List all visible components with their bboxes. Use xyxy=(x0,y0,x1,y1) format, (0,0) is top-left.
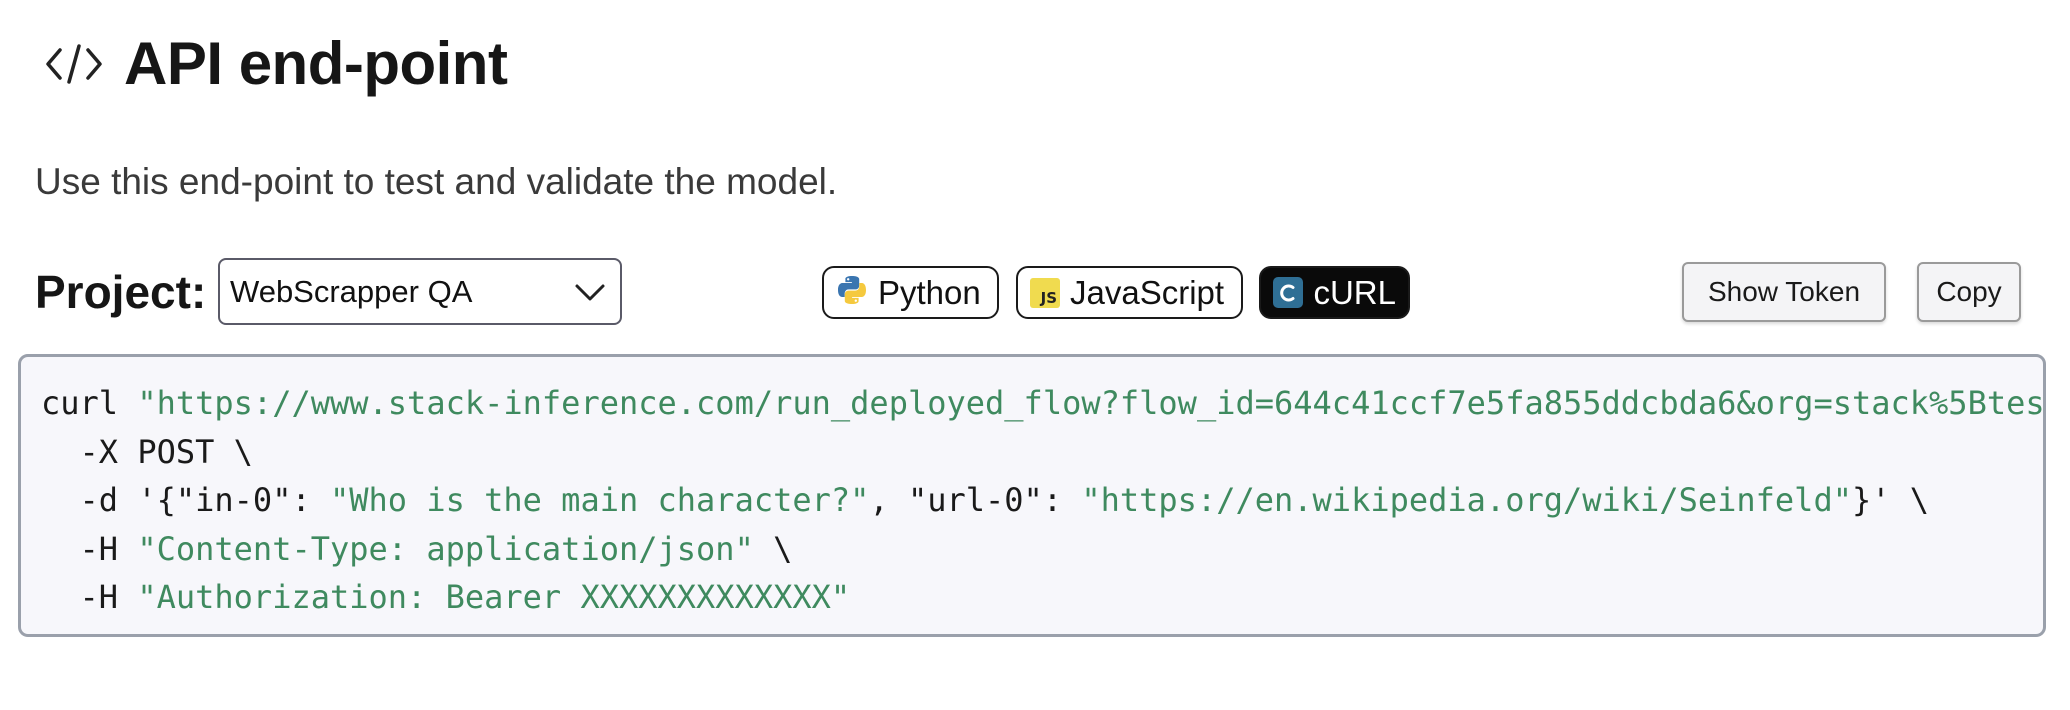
code-line: -X POST \ xyxy=(41,432,253,471)
tab-python-label: Python xyxy=(878,273,981,311)
copy-button[interactable]: Copy xyxy=(1917,262,2021,322)
javascript-icon: JS xyxy=(1030,277,1060,308)
code-content: curl "https://www.stack-inference.com/ru… xyxy=(41,379,2046,622)
code-text: -H xyxy=(41,529,138,568)
code-text: \ xyxy=(753,529,793,568)
page-title: API end-point xyxy=(124,30,508,97)
chevron-down-icon xyxy=(574,280,606,304)
code-line: -H "Content-Type: application/json" \ xyxy=(41,525,2043,574)
code-block: curl "https://www.stack-inference.com/ru… xyxy=(18,354,2046,637)
code-text: -d '{"in-0": xyxy=(41,481,330,519)
code-line: -d '{"in-0": "Who is the main character?… xyxy=(41,476,2043,525)
page-subtitle: Use this end-point to test and validate … xyxy=(35,161,838,202)
code-string: "Authorization: Bearer XXXXXXXXXXXXX" xyxy=(137,578,851,616)
code-icon xyxy=(44,34,110,94)
tab-curl-label: cURL xyxy=(1313,273,1396,311)
python-icon xyxy=(836,274,868,311)
page-header: API end-point xyxy=(44,28,508,100)
code-line: -H "Authorization: Bearer XXXXXXXXXXXXX" xyxy=(41,573,2043,622)
project-select[interactable]: WebScrapper QA xyxy=(218,258,622,325)
code-string: "https://en.wikipedia.org/wiki/Seinfeld" xyxy=(1081,481,1852,519)
code-string: "Content-Type: application/json" xyxy=(137,529,754,568)
code-text: -H xyxy=(41,578,138,616)
tab-javascript-label: JavaScript xyxy=(1070,273,1225,311)
tab-curl[interactable]: cURL xyxy=(1259,266,1410,319)
project-label: Project: xyxy=(35,266,207,318)
code-string: "Who is the main character?" xyxy=(329,481,870,519)
show-token-button[interactable]: Show Token xyxy=(1682,262,1886,322)
tab-javascript[interactable]: JS JavaScript xyxy=(1016,266,1243,319)
curl-icon xyxy=(1273,277,1304,308)
tab-python[interactable]: Python xyxy=(822,266,999,319)
code-line: curl "https://www.stack-inference.com/ru… xyxy=(41,379,2046,428)
code-string: "https://www.stack-inference.com/run_dep… xyxy=(137,384,2046,422)
project-select-value: WebScrapper QA xyxy=(230,273,473,309)
code-text: , "url-0": xyxy=(869,481,1082,519)
code-text: }' \ xyxy=(1851,481,1930,519)
code-text: curl xyxy=(41,384,138,422)
